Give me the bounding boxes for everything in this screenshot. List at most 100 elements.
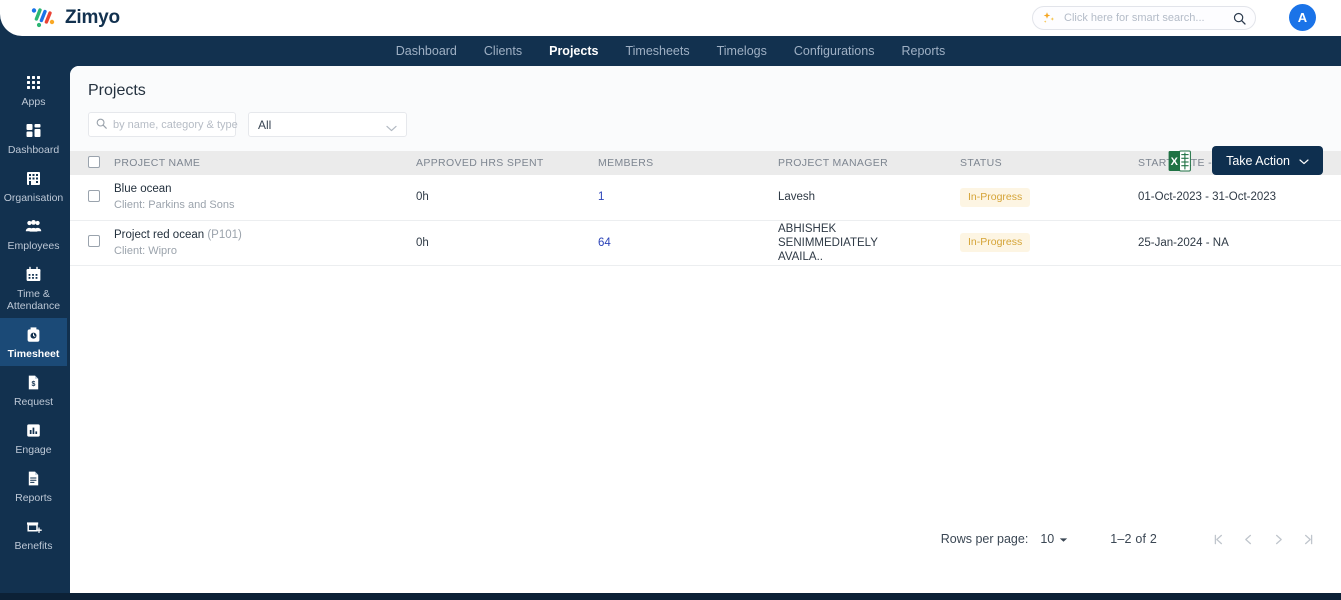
sidebar-item-request[interactable]: $ Request <box>0 366 67 414</box>
sidebar-item-employees[interactable]: Employees <box>0 210 67 258</box>
column-members[interactable]: MEMBERS <box>598 151 778 175</box>
brand-name: Zimyo <box>65 7 120 28</box>
nav-item-projects[interactable]: Projects <box>549 44 598 58</box>
cell-project-manager: ABHISHEK SENIMMEDIATELY AVAILA.. <box>778 220 960 266</box>
header-actions: X Take Action <box>1168 146 1323 175</box>
reports-document-icon <box>24 469 43 488</box>
sidebar-item-apps[interactable]: Apps <box>0 66 67 114</box>
column-status[interactable]: STATUS <box>960 151 1138 175</box>
table-body: Blue ocean Client: Parkins and Sons 0h 1… <box>70 175 1341 266</box>
svg-text:$: $ <box>31 381 35 388</box>
row-checkbox[interactable] <box>88 235 100 247</box>
svg-text:X: X <box>1171 156 1179 168</box>
take-action-button[interactable]: Take Action <box>1212 146 1323 175</box>
search-icon[interactable] <box>1233 12 1246 25</box>
previous-page-icon[interactable] <box>1233 526 1263 552</box>
cell-approved-hrs: 0h <box>416 220 598 266</box>
project-filter-select[interactable]: All <box>248 112 407 137</box>
chevron-down-icon <box>1299 154 1309 168</box>
rows-per-page-select[interactable]: 10 <box>1040 532 1068 546</box>
brand-logo[interactable]: Zimyo <box>30 6 120 30</box>
nav-item-reports[interactable]: Reports <box>901 44 945 58</box>
benefits-cart-icon <box>24 517 43 536</box>
request-document-icon: $ <box>24 373 43 392</box>
project-name-text-wrap[interactable]: Project red ocean (P101) <box>114 228 416 242</box>
sidebar-label-organisation: Organisation <box>3 192 64 204</box>
nav-item-timelogs[interactable]: Timelogs <box>717 44 767 58</box>
project-search-input[interactable] <box>113 118 255 131</box>
sidebar-item-benefits[interactable]: Benefits <box>0 510 67 558</box>
cell-members: 64 <box>598 220 778 266</box>
status-badge: In-Progress <box>960 233 1031 252</box>
nav-item-timesheets[interactable]: Timesheets <box>625 44 689 58</box>
sidebar-item-reports[interactable]: Reports <box>0 462 67 510</box>
avatar[interactable]: A <box>1289 4 1316 31</box>
cell-members: 1 <box>598 175 778 221</box>
left-sidebar: Apps Dashboard Organisation Employees Ti… <box>0 36 67 594</box>
calendar-icon <box>24 265 43 284</box>
select-all-header <box>70 151 114 175</box>
dashboard-squares-icon <box>24 121 43 140</box>
smart-search-box[interactable] <box>1032 6 1256 30</box>
page-title: Projects <box>88 82 146 99</box>
sidebar-item-timesheet[interactable]: Timesheet <box>0 318 67 366</box>
cell-project-name: Project red ocean (P101) Client: Wipro <box>114 220 416 266</box>
sparkle-icon <box>1042 11 1056 25</box>
sidebar-item-dashboard[interactable]: Dashboard <box>0 114 67 162</box>
project-code: (P101) <box>207 228 242 241</box>
nav-item-dashboard[interactable]: Dashboard <box>396 44 457 58</box>
app-root: Zimyo A Dashboard Clients Proje <box>0 0 1341 600</box>
table-header-row: PROJECT NAME APPROVED HRS SPENT MEMBERS … <box>70 151 1341 175</box>
column-approved-hrs[interactable]: APPROVED HRS SPENT <box>416 151 598 175</box>
row-select-cell <box>70 220 114 266</box>
column-project-manager[interactable]: PROJECT MANAGER <box>778 151 960 175</box>
project-manager-name: Lavesh <box>778 191 816 204</box>
select-all-checkbox[interactable] <box>88 155 100 168</box>
engage-chart-icon <box>24 421 43 440</box>
projects-table: PROJECT NAME APPROVED HRS SPENT MEMBERS … <box>70 151 1341 266</box>
project-client: Client: Wipro <box>114 244 177 257</box>
members-link[interactable]: 64 <box>598 237 611 249</box>
project-search-box[interactable] <box>88 112 255 137</box>
sidebar-item-time-attendance[interactable]: Time & Attendance <box>0 258 67 318</box>
project-client: Client: Parkins and Sons <box>114 199 235 212</box>
nav-item-configurations[interactable]: Configurations <box>794 44 875 58</box>
apps-grid-icon <box>24 73 43 92</box>
next-page-icon[interactable] <box>1263 526 1293 552</box>
cell-approved-hrs: 0h <box>416 175 598 221</box>
sidebar-label-dashboard: Dashboard <box>7 144 60 156</box>
page-range: 1–2 of 2 <box>1110 532 1157 546</box>
sidebar-item-organisation[interactable]: Organisation <box>0 162 67 210</box>
sidebar-item-engage[interactable]: Engage <box>0 414 67 462</box>
project-name: Blue ocean <box>114 183 172 196</box>
cell-status: In-Progress <box>960 220 1138 266</box>
cell-dates: 01-Oct-2023 - 31-Oct-2023 <box>1138 175 1341 221</box>
rows-per-page-value: 10 <box>1040 532 1055 546</box>
main-navigation: Dashboard Clients Projects Timesheets Ti… <box>0 36 1341 66</box>
cell-dates: 25-Jan-2024 - NA <box>1138 220 1341 266</box>
top-header-bar: Zimyo A <box>0 0 1341 36</box>
chevron-down-icon <box>1059 532 1068 546</box>
bottom-scrollbar-strip[interactable] <box>0 593 1341 600</box>
column-project-name[interactable]: PROJECT NAME <box>114 151 416 175</box>
members-link[interactable]: 1 <box>598 191 604 203</box>
filters-row: All <box>88 112 1341 151</box>
table-row[interactable]: Project red ocean (P101) Client: Wipro 0… <box>70 220 1341 266</box>
building-icon <box>24 169 43 188</box>
project-name-text-wrap[interactable]: Blue ocean <box>114 182 416 196</box>
chevron-down-icon <box>386 121 397 132</box>
sidebar-label-time-attendance: Time & Attendance <box>6 288 61 312</box>
excel-export-icon[interactable]: X <box>1168 149 1191 173</box>
people-icon <box>24 217 43 236</box>
cell-project-name: Blue ocean Client: Parkins and Sons <box>114 175 416 221</box>
row-select-cell <box>70 175 114 221</box>
table-header: PROJECT NAME APPROVED HRS SPENT MEMBERS … <box>70 151 1341 175</box>
table-row[interactable]: Blue ocean Client: Parkins and Sons 0h 1… <box>70 175 1341 221</box>
last-page-icon[interactable] <box>1293 526 1323 552</box>
sidebar-label-employees: Employees <box>7 240 60 252</box>
first-page-icon[interactable] <box>1203 526 1233 552</box>
smart-search-input[interactable] <box>1064 12 1233 24</box>
row-checkbox[interactable] <box>88 189 100 202</box>
sidebar-label-request: Request <box>13 396 54 408</box>
nav-item-clients[interactable]: Clients <box>484 44 522 58</box>
